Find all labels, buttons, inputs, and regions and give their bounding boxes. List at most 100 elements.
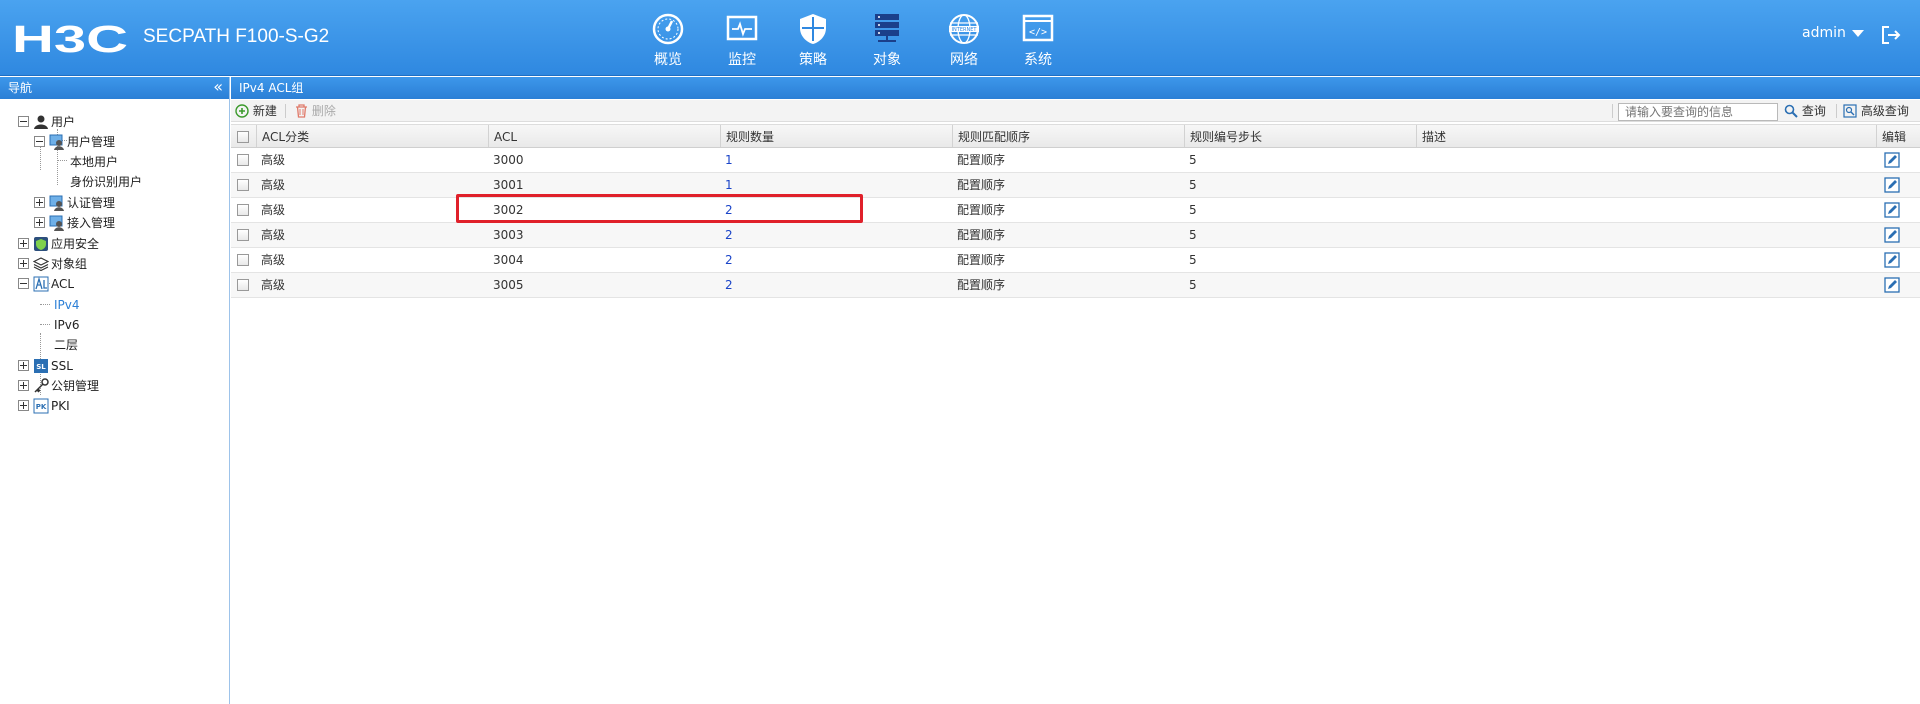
cell-rule-count-link[interactable]: 1 bbox=[725, 148, 733, 172]
table-row[interactable]: 高级 3000 1 配置顺序 5 bbox=[231, 148, 1920, 173]
chevron-down-icon bbox=[1851, 29, 1864, 37]
col-header-match-order[interactable]: 规则匹配顺序 bbox=[952, 125, 1184, 147]
advanced-search-button[interactable]: 高级查询 bbox=[1843, 103, 1909, 119]
sidebar-title: 导航 bbox=[8, 81, 33, 95]
cell-rule-count-link[interactable]: 2 bbox=[725, 273, 733, 297]
collapse-icon[interactable]: « bbox=[213, 77, 223, 97]
trash-icon bbox=[296, 103, 307, 118]
search-input[interactable] bbox=[1618, 103, 1778, 121]
logout-icon[interactable] bbox=[1880, 24, 1902, 46]
expand-toggle-icon[interactable] bbox=[34, 217, 45, 228]
sidebar-item-local-user[interactable]: 本地用户 bbox=[70, 151, 118, 173]
expand-toggle-icon[interactable] bbox=[18, 238, 29, 249]
nav-network[interactable]: INTERNET 网络 bbox=[934, 12, 994, 69]
expand-toggle-icon[interactable] bbox=[18, 400, 29, 411]
col-header-rule-count[interactable]: 规则数量 bbox=[720, 125, 952, 147]
new-button[interactable]: 新建 bbox=[235, 103, 277, 119]
row-checkbox[interactable] bbox=[237, 279, 249, 291]
delete-button[interactable]: 删除 bbox=[295, 103, 336, 119]
cell-acl: 3003 bbox=[493, 228, 524, 242]
expand-toggle-icon[interactable] bbox=[18, 360, 29, 371]
col-header-step[interactable]: 规则编号步长 bbox=[1184, 125, 1416, 147]
row-checkbox[interactable] bbox=[237, 179, 249, 191]
row-checkbox[interactable] bbox=[237, 254, 249, 266]
cell-category: 高级 bbox=[261, 253, 286, 267]
cell-rule-count-link[interactable]: 2 bbox=[725, 248, 733, 272]
cell-acl: 3005 bbox=[493, 278, 524, 292]
sidebar-item-app-security[interactable]: 应用安全 bbox=[18, 233, 99, 255]
collapse-toggle-icon[interactable] bbox=[18, 116, 29, 127]
col-header-description[interactable]: 描述 bbox=[1416, 125, 1876, 147]
sidebar-item-user[interactable]: 用户 bbox=[18, 111, 75, 133]
nav-monitor[interactable]: 监控 bbox=[712, 12, 772, 69]
table-header: ACL分类 ACL 规则数量 规则匹配顺序 规则编号步长 描述 编辑 bbox=[231, 124, 1920, 148]
col-header-category[interactable]: ACL分类 bbox=[256, 125, 488, 147]
row-checkbox[interactable] bbox=[237, 204, 249, 216]
search-icon bbox=[1784, 104, 1798, 118]
cell-category: 高级 bbox=[261, 153, 286, 167]
tree-line bbox=[40, 324, 50, 325]
row-checkbox[interactable] bbox=[237, 229, 249, 241]
cell-category: 高级 bbox=[261, 203, 286, 217]
product-name: SECPATH F100-S-G2 bbox=[143, 26, 330, 47]
select-all-checkbox[interactable] bbox=[237, 131, 249, 143]
sidebar-item-user-management[interactable]: 用户管理 bbox=[34, 131, 115, 153]
sidebar-item-object-group[interactable]: 对象组 bbox=[18, 253, 87, 275]
expand-toggle-icon[interactable] bbox=[34, 197, 45, 208]
edit-icon[interactable] bbox=[1884, 152, 1900, 168]
nav-system[interactable]: </> 系统 bbox=[1008, 12, 1068, 69]
svg-text:INTERNET: INTERNET bbox=[952, 27, 978, 33]
sidebar-item-ipv6[interactable]: IPv6 bbox=[54, 314, 80, 336]
edit-icon[interactable] bbox=[1884, 202, 1900, 218]
edit-icon[interactable] bbox=[1884, 227, 1900, 243]
col-header-acl[interactable]: ACL bbox=[488, 125, 720, 147]
user-menu[interactable]: admin bbox=[1802, 25, 1864, 41]
edit-icon[interactable] bbox=[1884, 277, 1900, 293]
toolbar: 新建 删除 查询 高级查询 bbox=[231, 100, 1920, 122]
toolbar-divider bbox=[285, 104, 286, 118]
sidebar-item-layer2[interactable]: 二层 bbox=[54, 334, 78, 356]
add-circle-icon bbox=[235, 103, 249, 118]
sidebar-item-public-key[interactable]: 公钥管理 bbox=[18, 375, 99, 397]
table-row[interactable]: 高级 3003 2 配置顺序 5 bbox=[231, 223, 1920, 248]
sidebar-item-ipv4[interactable]: IPv4 bbox=[54, 294, 80, 316]
table-row[interactable]: 高级 3004 2 配置顺序 5 bbox=[231, 248, 1920, 273]
collapse-toggle-icon[interactable] bbox=[18, 278, 29, 289]
expand-toggle-icon[interactable] bbox=[18, 258, 29, 269]
nav-overview[interactable]: 概览 bbox=[638, 12, 698, 69]
cell-match-order: 配置顺序 bbox=[957, 203, 1006, 217]
edit-icon[interactable] bbox=[1884, 252, 1900, 268]
page-title: IPv4 ACL组 bbox=[231, 77, 1920, 99]
highlight-box bbox=[456, 194, 863, 223]
cell-step: 5 bbox=[1189, 228, 1197, 242]
collapse-toggle-icon[interactable] bbox=[34, 136, 45, 147]
search-button[interactable]: 查询 bbox=[1784, 103, 1826, 119]
pki-icon: PK bbox=[33, 398, 49, 413]
table-row[interactable]: 高级 3005 2 配置顺序 5 bbox=[231, 273, 1920, 298]
row-checkbox[interactable] bbox=[237, 154, 249, 166]
sidebar-item-acl[interactable]: ACL bbox=[18, 273, 74, 295]
sidebar-item-label: 用户管理 bbox=[67, 135, 116, 149]
user-icon bbox=[34, 115, 48, 129]
nav-policy[interactable]: 策略 bbox=[783, 12, 843, 69]
svg-text:</>: </> bbox=[1029, 27, 1047, 38]
sidebar-item-label: 二层 bbox=[54, 338, 79, 352]
sidebar-item-label: 公钥管理 bbox=[51, 379, 100, 393]
cell-category: 高级 bbox=[261, 228, 286, 242]
sidebar-item-access-management[interactable]: 接入管理 bbox=[34, 212, 115, 234]
cell-step: 5 bbox=[1189, 178, 1197, 192]
edit-icon[interactable] bbox=[1884, 177, 1900, 193]
code-window-icon: </> bbox=[1022, 14, 1054, 42]
sidebar-header: 导航 « bbox=[0, 77, 229, 99]
sidebar-item-ssl[interactable]: SL SSL bbox=[18, 355, 73, 377]
sidebar-item-label: ACL bbox=[51, 277, 75, 291]
sidebar-item-identity-user[interactable]: 身份识别用户 bbox=[70, 171, 142, 193]
sidebar-item-auth-management[interactable]: 认证管理 bbox=[34, 192, 115, 214]
cell-match-order: 配置顺序 bbox=[957, 228, 1006, 242]
expand-toggle-icon[interactable] bbox=[18, 380, 29, 391]
sidebar-item-pki[interactable]: PK PKI bbox=[18, 395, 70, 417]
sidebar-item-label: IPv4 bbox=[54, 298, 80, 312]
cell-rule-count-link[interactable]: 2 bbox=[725, 223, 733, 247]
nav-object[interactable]: 对象 bbox=[857, 12, 917, 69]
sidebar: 导航 « 用户 用户管理 本地用户 身份识别用户 认证管理 接入管理 应用安全 … bbox=[0, 77, 230, 704]
